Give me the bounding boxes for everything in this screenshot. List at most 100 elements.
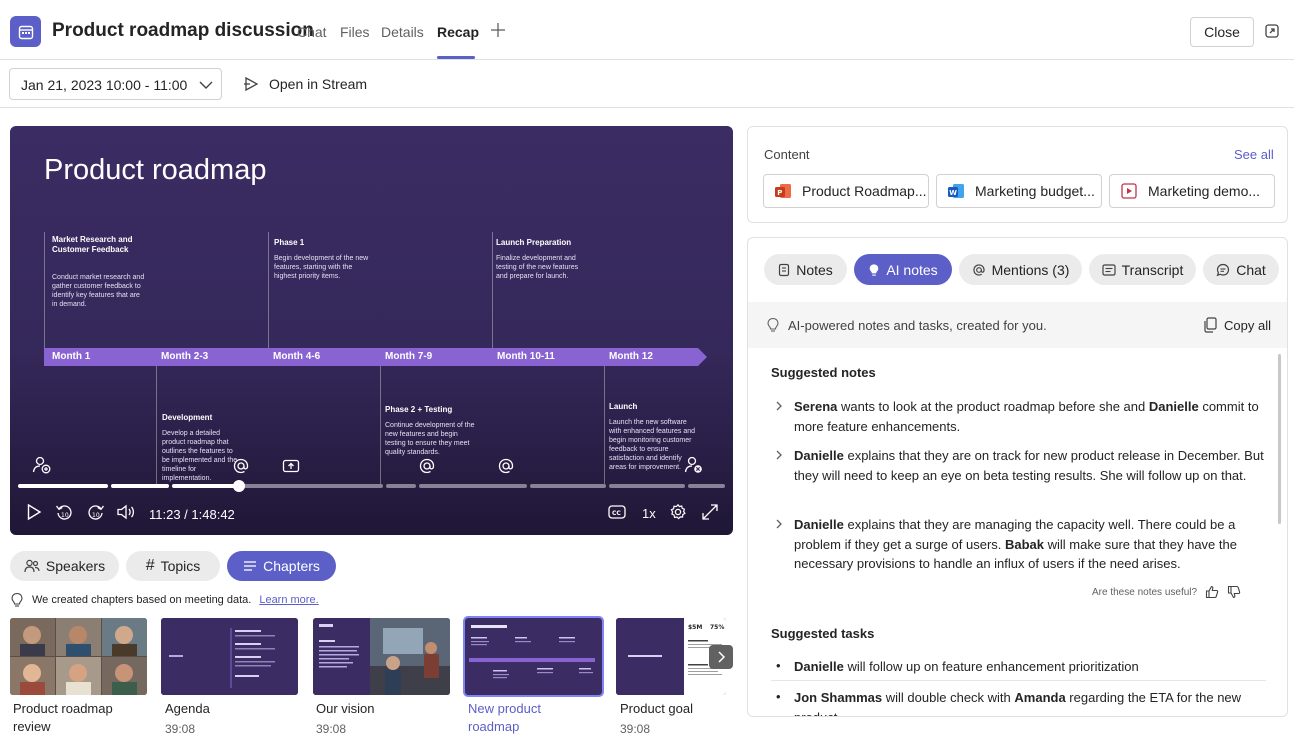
tab-notes-label: Notes: [796, 261, 833, 278]
progress-scrubber[interactable]: [233, 480, 245, 492]
task-item: Danielle will follow up on feature enhan…: [794, 659, 1139, 674]
forward-10-icon[interactable]: 10: [87, 503, 105, 521]
chapter-thumbnail-selected[interactable]: [463, 616, 604, 697]
popout-icon[interactable]: [1264, 23, 1280, 39]
mention-icon[interactable]: [497, 457, 515, 475]
task-item: Jon Shammas will double check with Amand…: [794, 690, 1242, 717]
chapter-title[interactable]: Agenda: [165, 700, 305, 718]
chapter-thumbnail[interactable]: [161, 618, 298, 695]
chevron-right-icon[interactable]: [709, 645, 733, 669]
see-all-link[interactable]: See all: [1234, 147, 1274, 162]
tab-speakers[interactable]: Speakers: [10, 551, 119, 581]
timeline-connector: [156, 366, 157, 484]
month-label: Month 2-3: [161, 351, 209, 362]
mention-icon[interactable]: [418, 457, 436, 475]
rewind-10-icon[interactable]: 10: [55, 503, 73, 521]
phase-title: Launch Preparation: [496, 238, 572, 247]
progress-track[interactable]: [18, 484, 725, 488]
tab-mentions-label: Mentions (3): [991, 261, 1070, 278]
timeline-connector: [268, 232, 269, 348]
playback-speed[interactable]: 1x: [642, 506, 656, 521]
close-button[interactable]: Close: [1190, 17, 1254, 47]
tab-speakers-label: Speakers: [45, 558, 106, 574]
open-in-stream-label: Open in Stream: [269, 76, 368, 92]
chapter-title-selected[interactable]: New product roadmap: [468, 700, 568, 736]
file-chip[interactable]: Marketing demo...: [1109, 174, 1275, 208]
powerpoint-icon: P: [774, 182, 792, 200]
chevron-right-icon[interactable]: [775, 519, 783, 529]
feedback-question: Are these notes useful?: [1092, 586, 1198, 598]
tab-mentions[interactable]: Mentions (3): [959, 254, 1082, 285]
tab-chat[interactable]: Chat: [297, 24, 327, 40]
progress-segment: [111, 484, 169, 488]
file-chip[interactable]: P Product Roadmap...: [763, 174, 929, 208]
phase-description: Continue development of the new features…: [385, 422, 475, 456]
chapter-title[interactable]: Product goal: [620, 700, 760, 718]
thumbs-up-icon[interactable]: [1205, 585, 1219, 599]
player-controls: 10 10 11:23 / 1:48:42 CC 1x: [10, 501, 733, 529]
chevron-right-icon[interactable]: [775, 401, 783, 411]
tab-notes[interactable]: Notes: [764, 254, 847, 285]
copy-all-button[interactable]: Copy all: [1204, 317, 1271, 333]
volume-icon[interactable]: [116, 503, 136, 521]
slide-title: Product roadmap: [44, 154, 267, 186]
tab-topics[interactable]: # Topics: [126, 551, 220, 581]
progress-segment: [240, 484, 383, 488]
copy-icon: [1204, 317, 1217, 333]
svg-text:75%: 75%: [710, 624, 724, 631]
date-range-text: Jan 21, 2023 10:00 - 11:00: [21, 77, 188, 93]
open-in-stream-button[interactable]: Open in Stream: [243, 76, 367, 92]
playback-time: 11:23 / 1:48:42: [149, 507, 235, 522]
month-label: Month 10-11: [497, 351, 555, 362]
phase-description: Conduct market research and gather custo…: [52, 274, 145, 308]
thumbs-down-icon[interactable]: [1227, 585, 1241, 599]
svg-text:10: 10: [92, 512, 100, 519]
tab-chapters[interactable]: Chapters: [227, 551, 336, 581]
svg-text:CC: CC: [612, 510, 621, 517]
tab-chat[interactable]: Chat: [1203, 254, 1279, 285]
participant-left-icon[interactable]: [684, 456, 704, 474]
participant-joined-icon[interactable]: [32, 456, 52, 474]
scrollbar[interactable]: [1278, 354, 1281, 524]
chevron-down-icon: [198, 79, 214, 91]
bullet: •: [776, 689, 781, 704]
lightbulb-icon: [868, 263, 880, 277]
notes-icon: [778, 263, 790, 277]
add-tab-icon[interactable]: [490, 22, 506, 38]
chevron-right-icon[interactable]: [775, 450, 783, 460]
content-title: Content: [764, 147, 810, 162]
file-name: Marketing demo...: [1148, 183, 1261, 199]
play-icon[interactable]: [26, 503, 42, 521]
chapter-thumbnail[interactable]: [10, 618, 147, 695]
timeline-connector: [492, 232, 493, 348]
settings-gear-icon[interactable]: [669, 503, 687, 521]
tab-topics-label: Topics: [160, 558, 201, 574]
file-chip[interactable]: W Marketing budget...: [936, 174, 1102, 208]
divider: [771, 680, 1266, 681]
tab-ai-notes[interactable]: AI notes: [854, 254, 952, 285]
tab-recap[interactable]: Recap: [437, 24, 479, 40]
video-player[interactable]: Product roadmap Market Research and Cust…: [10, 126, 733, 535]
tab-details[interactable]: Details: [381, 24, 424, 40]
fullscreen-icon[interactable]: [701, 503, 719, 521]
captions-icon[interactable]: CC: [608, 505, 626, 519]
date-range-dropdown[interactable]: Jan 21, 2023 10:00 - 11:00: [9, 68, 222, 100]
tab-transcript-label: Transcript: [1121, 261, 1184, 278]
learn-more-link[interactable]: Learn more.: [259, 594, 318, 606]
chapter-thumbnail[interactable]: [313, 618, 450, 695]
tab-transcript[interactable]: Transcript: [1089, 254, 1196, 285]
month-label: Month 4-6: [273, 351, 321, 362]
mention-icon[interactable]: [232, 457, 250, 475]
progress-segment: [688, 484, 725, 488]
progress-segment: [419, 484, 527, 488]
hashtag-icon: #: [145, 557, 155, 574]
timeline-arrow: [698, 348, 707, 366]
active-tab-indicator: [437, 56, 475, 59]
phase-title: Launch: [609, 402, 638, 411]
tab-files[interactable]: Files: [340, 24, 370, 40]
chapter-title[interactable]: Our vision: [316, 700, 456, 718]
list-icon: [243, 560, 257, 572]
chapter-title[interactable]: Product roadmap review: [13, 700, 153, 736]
share-screen-icon[interactable]: [282, 459, 300, 473]
content-card: Content See all P Product Roadmap... W M…: [747, 126, 1288, 223]
